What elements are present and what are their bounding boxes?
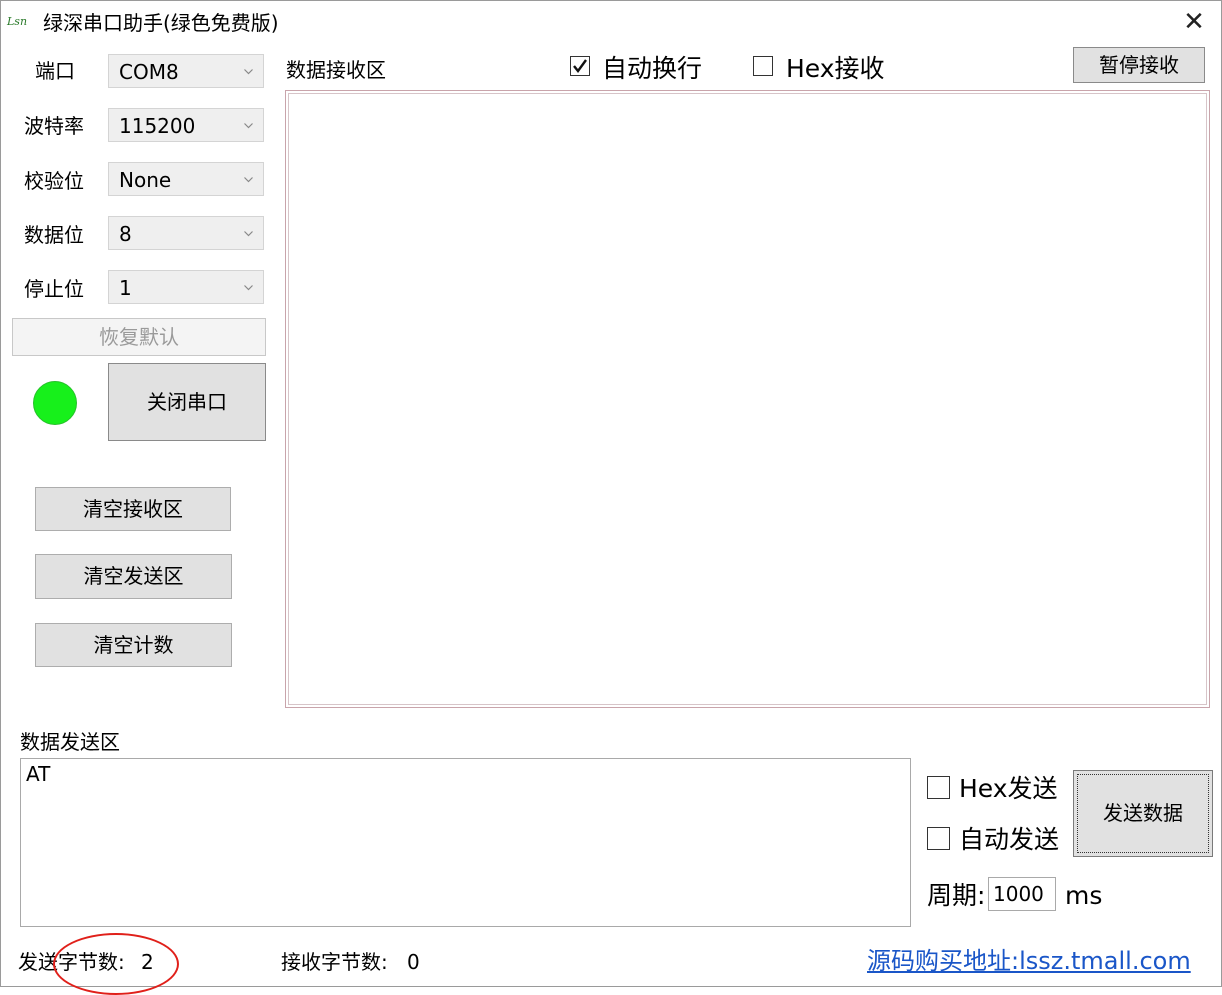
parity-select[interactable]: None (108, 162, 264, 196)
hex-rx-label: Hex接收 (786, 54, 885, 83)
auto-send-checkbox[interactable] (927, 827, 950, 850)
app-logo-icon: Lsn (7, 15, 28, 28)
parity-select-value: None (119, 168, 172, 192)
parity-label: 校验位 (24, 169, 84, 193)
focus-ring (1077, 774, 1209, 853)
pause-rx-button[interactable]: 暂停接收 (1073, 47, 1205, 83)
connection-status-indicator (33, 381, 77, 425)
restore-defaults-button[interactable]: 恢复默认 (12, 318, 266, 356)
tx-content: AT (26, 762, 51, 786)
tx-textarea[interactable]: AT (20, 758, 911, 927)
hex-rx-checkbox[interactable] (753, 56, 773, 76)
close-icon[interactable]: ✕ (1177, 5, 1211, 39)
rx-section-title: 数据接收区 (286, 58, 386, 82)
period-input-value: 1000 (993, 882, 1044, 906)
clear-rx-button[interactable]: 清空接收区 (35, 487, 231, 531)
rx-bytes-label: 接收字节数: (281, 950, 388, 974)
baud-label: 波特率 (24, 114, 84, 138)
databits-select-value: 8 (119, 222, 132, 246)
port-label: 端口 (35, 59, 75, 83)
stopbits-select-value: 1 (119, 276, 132, 300)
baud-select-value: 115200 (119, 114, 196, 138)
title-bar: Lsn 绿深串口助手(绿色免费版) ✕ (1, 1, 1221, 45)
port-select[interactable]: COM8 (108, 54, 264, 88)
stopbits-select[interactable]: 1 (108, 270, 264, 304)
highlight-annotation (53, 933, 179, 995)
databits-select[interactable]: 8 (108, 216, 264, 250)
chevron-down-icon (244, 177, 253, 183)
clear-tx-button[interactable]: 清空发送区 (35, 554, 232, 599)
period-label: 周期: (927, 881, 986, 910)
hex-tx-label: Hex发送 (959, 774, 1058, 803)
period-unit: ms (1065, 881, 1103, 910)
chevron-down-icon (244, 231, 253, 237)
auto-wrap-label: 自动换行 (602, 54, 703, 83)
app-window: Lsn 绿深串口助手(绿色免费版) ✕ 端口 COM8 波特率 115200 校… (0, 0, 1222, 995)
clear-count-button[interactable]: 清空计数 (35, 623, 232, 667)
auto-send-label: 自动发送 (959, 825, 1060, 854)
checkmark-icon (573, 59, 587, 73)
send-data-button[interactable]: 发送数据 (1073, 770, 1213, 857)
window-title: 绿深串口助手(绿色免费版) (43, 11, 279, 35)
chevron-down-icon (244, 285, 253, 291)
rx-textarea[interactable] (285, 90, 1210, 708)
auto-wrap-checkbox[interactable] (570, 56, 590, 76)
chevron-down-icon (244, 69, 253, 75)
tx-section-title: 数据发送区 (20, 730, 120, 754)
purchase-link[interactable]: 源码购买地址:lssz.tmall.com (867, 946, 1191, 976)
rx-bytes-value: 0 (407, 950, 420, 974)
port-select-value: COM8 (119, 60, 179, 84)
rx-textarea-inner (288, 93, 1207, 705)
databits-label: 数据位 (24, 223, 84, 247)
period-input[interactable]: 1000 (988, 877, 1056, 911)
hex-tx-checkbox[interactable] (927, 776, 950, 799)
chevron-down-icon (244, 123, 253, 129)
toggle-port-button[interactable]: 关闭串口 (108, 363, 266, 441)
stopbits-label: 停止位 (24, 277, 84, 301)
baud-select[interactable]: 115200 (108, 108, 264, 142)
